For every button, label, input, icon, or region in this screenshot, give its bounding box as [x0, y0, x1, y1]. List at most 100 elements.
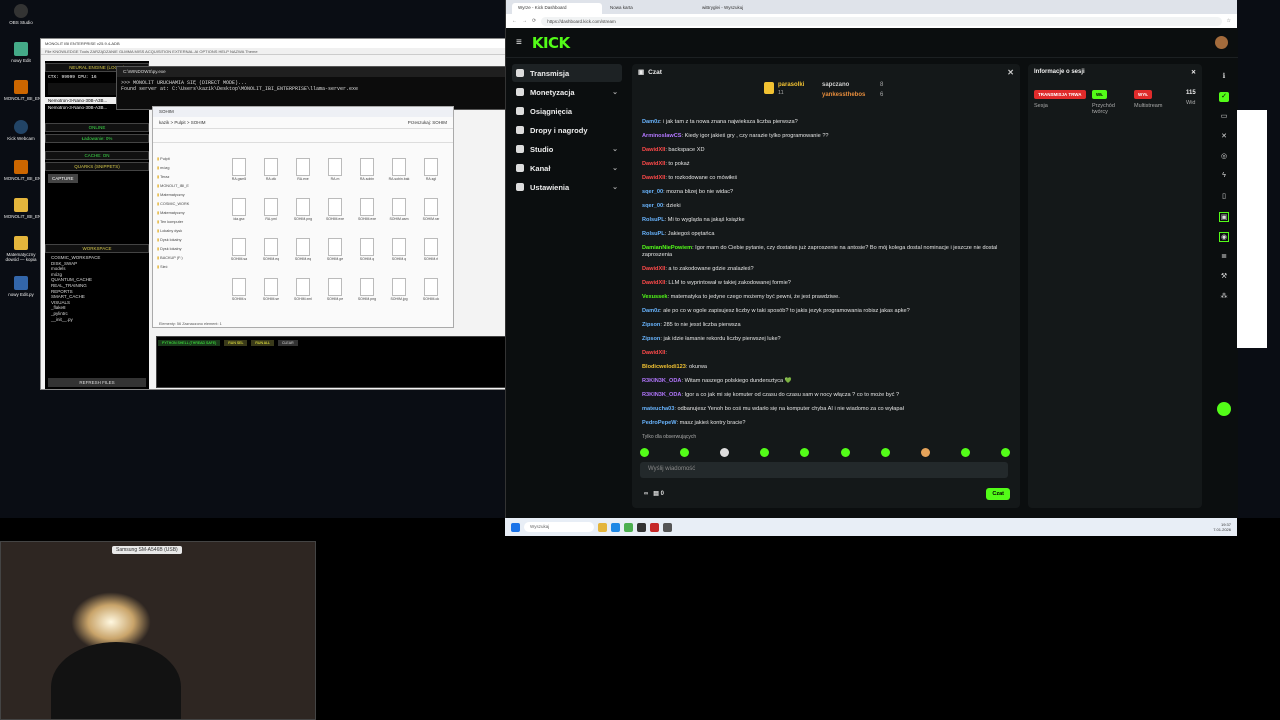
tab-search[interactable]: wiBryglei - Wyszukuj — [696, 3, 786, 14]
emote-icon[interactable] — [960, 448, 970, 457]
chat-message[interactable]: Vexussek: matematyka to jedyne czego moż… — [642, 294, 1014, 308]
file-item[interactable]: SOHIM.ok — [416, 276, 446, 314]
check-icon[interactable]: ✓ — [1219, 92, 1229, 102]
chat-message[interactable]: R3KIN3K_ODA: Igor a co jak mi się komute… — [642, 392, 1014, 406]
chat-message[interactable]: DawidXII: a to zakodowane gdzie znalazłe… — [642, 266, 1014, 280]
avatar[interactable] — [1215, 36, 1228, 49]
chrome-icon[interactable] — [624, 522, 633, 532]
chat-message[interactable]: R3KIN3K_ODA: Witam naszego polskiego dun… — [642, 378, 1014, 392]
nav-tree-item[interactable]: Sieć — [157, 263, 219, 272]
chat-input[interactable]: Wyślij wiadomość — [640, 462, 1008, 478]
start-icon[interactable] — [511, 522, 520, 532]
chat-message[interactable]: Dam0z: i jak tam z ta nowa znana najwiek… — [642, 119, 1014, 133]
file-item[interactable]: SOHIM.exe — [320, 196, 350, 234]
sidebar-item-6[interactable]: Ustawienia ⌄ — [512, 178, 622, 196]
star-icon[interactable]: ☆ — [1227, 18, 1231, 24]
file-item[interactable]: SOHIM.rar — [416, 196, 446, 234]
file-item[interactable]: SOHIM.png — [288, 196, 318, 234]
nav-tree-item[interactable]: Teraz — [157, 173, 219, 182]
nav-tree-item[interactable]: mózg — [157, 164, 219, 173]
chat-username[interactable]: mateucha03 — [642, 406, 674, 412]
sidebar-item-3[interactable]: Dropy i nagrody — [512, 121, 622, 139]
file-item[interactable]: RA.yml — [256, 196, 286, 234]
nav-tree-item[interactable]: COSMIC_WORK — [157, 200, 219, 209]
chat-message[interactable]: ArminoslawCS: Kiedy igor jakieś gry , cz… — [642, 133, 1014, 147]
nav-tree-item[interactable]: Matematyczny — [157, 209, 219, 218]
chat-username[interactable]: Dam0z — [642, 308, 660, 314]
chat-username[interactable]: DawidXII — [642, 266, 665, 272]
sidebar-item-1[interactable]: Monetyzacja ⌄ — [512, 83, 622, 101]
chat-message[interactable]: RolsuPL: Jakiegoś opętańca — [642, 231, 1014, 245]
file-item[interactable]: RA.ctk — [256, 156, 286, 194]
reload-icon[interactable]: ⟳ — [532, 18, 536, 24]
desktop-icon-webcam[interactable]: Kick Webcam — [4, 120, 38, 141]
chat-username[interactable]: sqer_00 — [642, 189, 663, 195]
info-icon[interactable]: ℹ — [1219, 72, 1229, 82]
close-icon[interactable]: ✕ — [1219, 132, 1229, 142]
sidebar-item-0[interactable]: Transmisja — [512, 64, 622, 82]
chat-username[interactable]: RolsuPL — [642, 231, 665, 237]
wrench-icon[interactable]: ⚒ — [1219, 272, 1229, 282]
nav-tree-item[interactable]: Pulpit — [157, 155, 219, 164]
workspace-tree[interactable]: COSMIC_WORKSPACE DISK_SWAP models mózg QUANT… — [45, 255, 149, 322]
refresh-files-button[interactable]: REFRESH FILES — [48, 378, 146, 387]
explorer-icon[interactable] — [598, 522, 607, 532]
file-item[interactable]: SOHIM.ge — [320, 236, 350, 274]
chat-message[interactable]: Zipson: 285 to nie jesst liczba pierwsza — [642, 322, 1014, 336]
emote-icon[interactable] — [880, 448, 890, 457]
emote-icon[interactable] — [760, 448, 770, 457]
stack-icon[interactable]: ≣ — [1219, 252, 1229, 262]
file-item[interactable]: RA.sobin — [352, 156, 382, 194]
file-item[interactable]: RA.sobin.bak — [384, 156, 414, 194]
chat-username[interactable]: Zipson — [642, 322, 660, 328]
file-item[interactable]: SOHIM.eq — [256, 236, 286, 274]
chat-username[interactable]: sqer_00 — [642, 203, 663, 209]
run-all-button[interactable]: RUN ALL — [251, 340, 274, 346]
file-item[interactable]: SOHIM.eq — [288, 236, 318, 274]
tab-new[interactable]: Nowa karta — [604, 3, 694, 14]
chat-message[interactable]: sqer_00: mozna blizej bo nie widac? — [642, 189, 1014, 203]
chat-message[interactable]: DawidXII: to rozkodowane co mówiłeś — [642, 175, 1014, 189]
file-item[interactable]: SOHIM.png — [352, 276, 382, 314]
chat-message[interactable]: Dam0z: ale po co w ogole zapisujesz licz… — [642, 308, 1014, 322]
run-sel-button[interactable]: RUN SEL — [224, 340, 248, 346]
explorer-search[interactable]: Przeszukaj: SOHIM — [408, 120, 447, 125]
nav-tree-item[interactable]: BACKUP (F:) — [157, 254, 219, 263]
tree-item[interactable]: __init__.py — [51, 317, 149, 323]
chat-username[interactable]: Dam0z — [642, 119, 660, 125]
chat-username[interactable]: R3KIN3K_ODA — [642, 378, 681, 384]
help-icon[interactable] — [1217, 402, 1231, 416]
desktop-icon-monolit2[interactable]: MONOLIT_IBI_EN... — [4, 160, 45, 181]
file-item[interactable]: SOHIM.xml — [288, 276, 318, 314]
sidebar-item-4[interactable]: Studio ⌄ — [512, 140, 622, 158]
emote-icon[interactable] — [720, 448, 730, 457]
emote-icon[interactable] — [640, 448, 649, 457]
file-item[interactable]: RA.gsm5 — [224, 156, 254, 194]
chat-username[interactable]: DamianNiePowiem — [642, 245, 692, 251]
file-item[interactable]: SOHIM.pe — [320, 276, 350, 314]
file-item[interactable]: SOHIM.q — [352, 236, 382, 274]
file-item[interactable]: SOHIM.se — [256, 276, 286, 314]
chat-username[interactable]: RolsuPL — [642, 217, 665, 223]
menu-bar[interactable]: File KNOWLEDGE Tools ZARZĄDZANIE GLMMA M… — [41, 48, 507, 55]
kick-logo[interactable]: KICK — [532, 34, 570, 52]
emote-icon[interactable] — [920, 448, 930, 457]
infinity-icon[interactable]: ∞ — [644, 491, 648, 497]
chat-message[interactable]: DawidXII: to pokaż — [642, 161, 1014, 175]
taskbar-search[interactable]: Wyszukaj — [524, 522, 594, 532]
terminal-icon[interactable] — [637, 522, 646, 532]
chat-message[interactable]: Blodicwelodi123: okurwa — [642, 364, 1014, 378]
chat-username[interactable]: DawidXII — [642, 280, 665, 286]
clear-button[interactable]: CLEAR — [277, 340, 298, 346]
clock[interactable]: 19:37 7.01.2026 — [1213, 522, 1231, 532]
file-item[interactable]: ida.gsx — [224, 196, 254, 234]
gift-icon[interactable]: ▤ — [653, 491, 659, 497]
file-item[interactable]: SOHIM.sa — [224, 236, 254, 274]
chat-username[interactable]: DawidXII — [642, 161, 665, 167]
explorer-file-grid[interactable]: RA.gsm5 RA.ctk RA.exe RA.m RA.sobin RA.sobin.… — [223, 155, 451, 315]
chat-message[interactable]: Zipson: jak idzie łamanie rekordu liczby… — [642, 336, 1014, 350]
chat-username[interactable]: ArminoslawCS — [642, 133, 681, 139]
file-item[interactable]: SOHIM.asm — [384, 196, 414, 234]
chat-message[interactable]: DawidXII: — [642, 350, 1014, 364]
nav-tree-item[interactable]: Matematyczny — [157, 191, 219, 200]
